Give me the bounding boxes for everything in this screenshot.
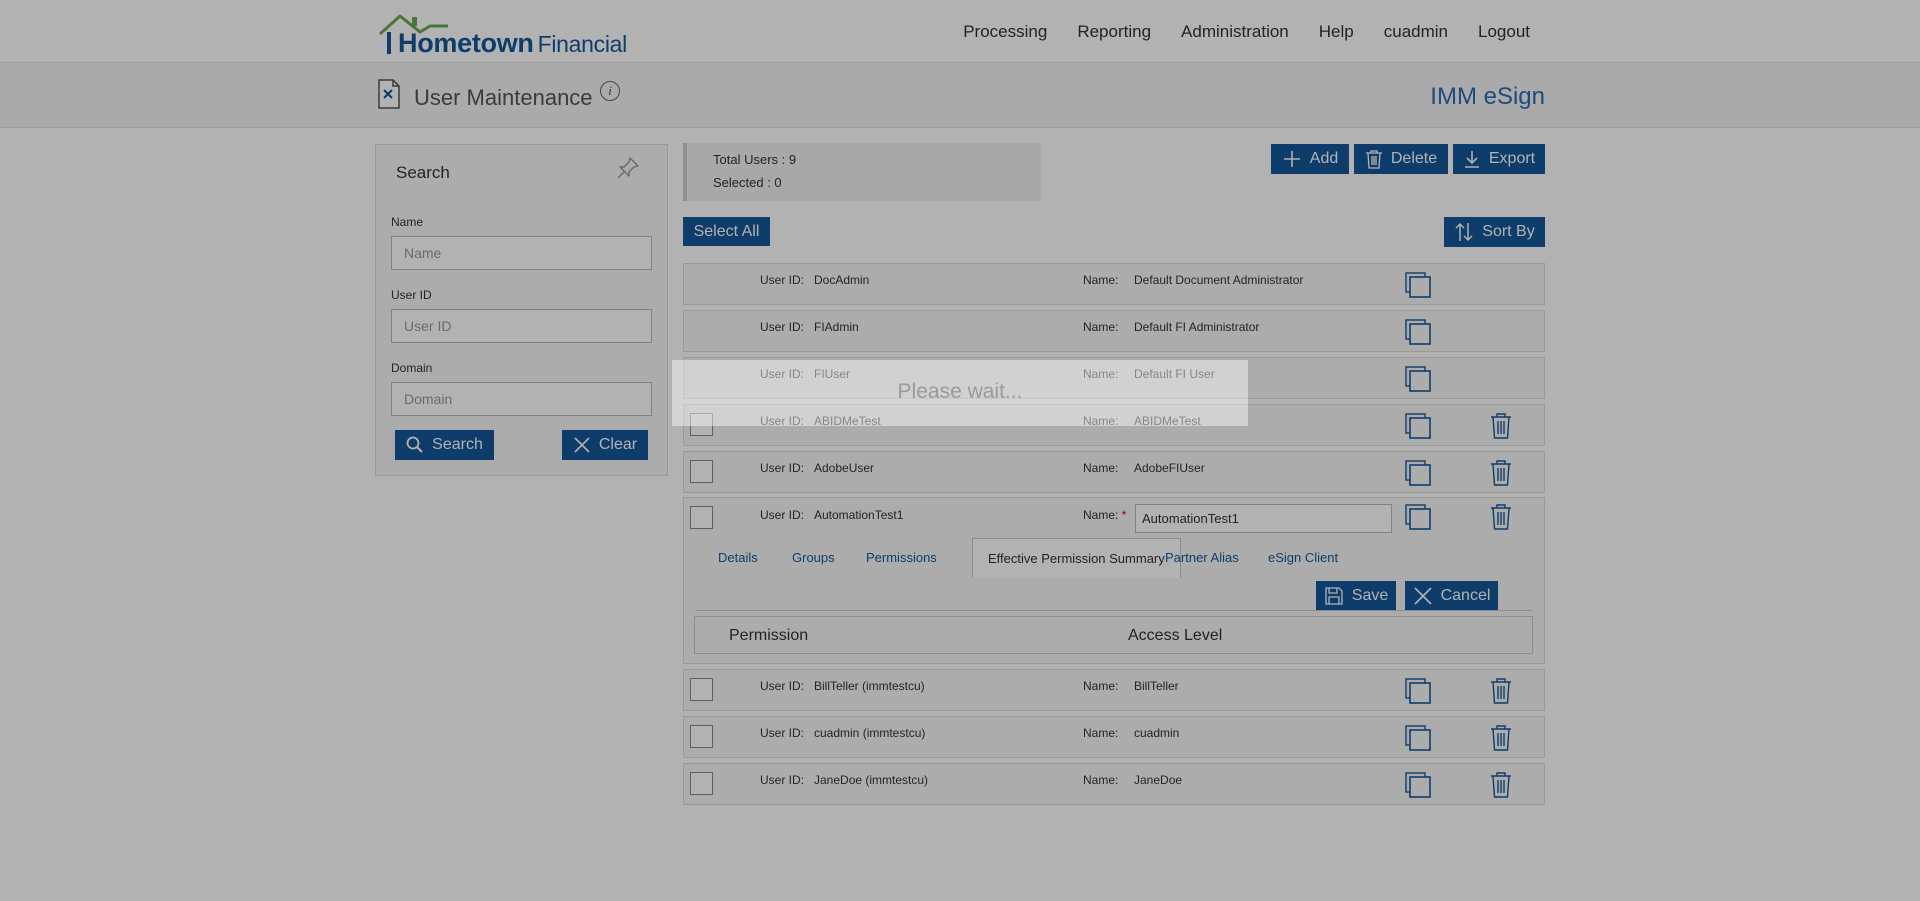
loading-dialog: Please wait... — [672, 360, 1248, 426]
loading-overlay: Please wait... — [0, 0, 1920, 901]
loading-message: Please wait... — [897, 380, 1023, 403]
